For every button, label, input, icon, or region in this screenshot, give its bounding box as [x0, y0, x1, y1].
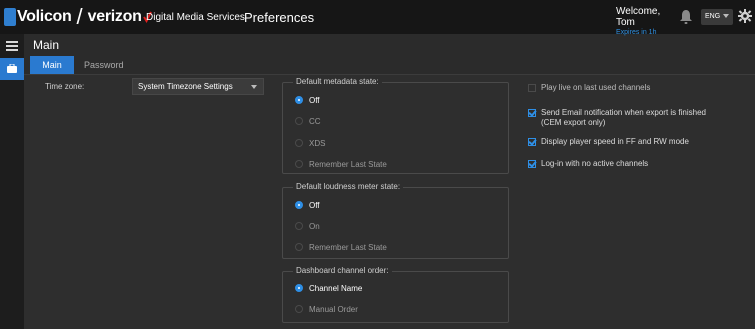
loudness-state-legend: Default loudness meter state:: [293, 182, 404, 191]
checkbox-label: Display player speed in FF and RW mode: [541, 137, 689, 146]
radio-label: Channel Name: [309, 283, 363, 293]
chevron-down-icon: [251, 85, 257, 89]
radio-icon: [295, 305, 303, 313]
channel-order-group: Dashboard channel order: Channel Name Ma…: [282, 266, 509, 323]
bell-icon[interactable]: [679, 9, 693, 25]
radio-label: Off: [309, 200, 320, 210]
channel-order-radio-manual[interactable]: Manual Order: [295, 303, 358, 315]
checkbox-email-notification[interactable]: Send Email notification when export is f…: [528, 108, 728, 128]
radio-label: Off: [309, 95, 320, 105]
timezone-value: System Timezone Settings: [138, 82, 233, 91]
tab-main[interactable]: Main: [30, 56, 74, 74]
brand-subtitle: Digital Media Services: [146, 12, 245, 23]
timezone-label: Time zone:: [45, 82, 85, 91]
metadata-radio-cc[interactable]: CC: [295, 115, 321, 127]
loudness-radio-on[interactable]: On: [295, 220, 320, 232]
expiry-text: Expires in 1h: [616, 29, 657, 36]
channel-order-legend: Dashboard channel order:: [293, 266, 392, 275]
loudness-state-group: Default loudness meter state: Off On Rem…: [282, 182, 509, 259]
welcome-text: Welcome, Tom: [616, 6, 661, 28]
left-rail: [0, 34, 24, 329]
radio-icon: [295, 139, 303, 147]
radio-label: Remember Last State: [309, 242, 387, 252]
checkbox-icon: [528, 84, 536, 92]
radio-label: CC: [309, 116, 321, 126]
radio-label: Remember Last State: [309, 159, 387, 169]
radio-icon: [295, 201, 303, 209]
chevron-down-icon: [723, 14, 729, 18]
gear-icon[interactable]: [738, 9, 752, 23]
volicon-logo-mark: [4, 8, 16, 26]
logo-verizon-text: verizon: [87, 8, 142, 25]
radio-icon: [295, 96, 303, 104]
checkbox-label: Log-in with no active channels: [541, 159, 649, 168]
user-welcome[interactable]: Welcome, Tom Expires in 1h: [616, 6, 680, 36]
metadata-state-group: Default metadata state: Off CC XDS Remem…: [282, 77, 509, 174]
logo-divider: /: [76, 4, 83, 29]
hamburger-icon[interactable]: [6, 41, 18, 51]
checkbox-play-live[interactable]: Play live on last used channels: [528, 83, 728, 93]
checkbox-no-active-channels[interactable]: Log-in with no active channels: [528, 159, 728, 169]
radio-label: XDS: [309, 138, 326, 148]
rail-item-main[interactable]: [0, 58, 24, 80]
checkmark-icon: [528, 160, 536, 168]
checkbox-player-speed[interactable]: Display player speed in FF and RW mode: [528, 137, 728, 147]
loudness-radio-off[interactable]: Off: [295, 199, 320, 211]
language-label: ENG: [705, 13, 721, 20]
channel-order-radio-name[interactable]: Channel Name: [295, 282, 362, 294]
language-select[interactable]: ENG: [701, 9, 733, 25]
checkmark-icon: [528, 109, 536, 117]
metadata-radio-remember[interactable]: Remember Last State: [295, 158, 387, 170]
metadata-state-legend: Default metadata state:: [293, 77, 382, 86]
loudness-radio-remember[interactable]: Remember Last State: [295, 241, 387, 253]
page-title: Preferences: [244, 10, 315, 25]
checkbox-label: Play live on last used channels: [541, 83, 651, 92]
tab-divider: [24, 74, 755, 75]
section-title: Main: [33, 38, 60, 52]
briefcase-icon: [7, 64, 17, 73]
checkbox-label: Send Email notification when export is f…: [541, 108, 706, 127]
radio-icon: [295, 222, 303, 230]
radio-icon: [295, 284, 303, 292]
checkmark-icon: [528, 138, 536, 146]
radio-icon: [295, 117, 303, 125]
timezone-select[interactable]: System Timezone Settings: [132, 78, 264, 95]
radio-label: On: [309, 221, 320, 231]
radio-label: Manual Order: [309, 304, 358, 314]
metadata-radio-off[interactable]: Off: [295, 94, 320, 106]
logo-volicon-text: Volicon: [17, 8, 72, 25]
top-bar: Volicon / verizon Digital Media Services…: [0, 0, 755, 36]
radio-icon: [295, 160, 303, 168]
tab-password[interactable]: Password: [84, 56, 124, 74]
radio-icon: [295, 243, 303, 251]
brand-logo: Volicon / verizon: [4, 6, 152, 28]
metadata-radio-xds[interactable]: XDS: [295, 137, 325, 149]
